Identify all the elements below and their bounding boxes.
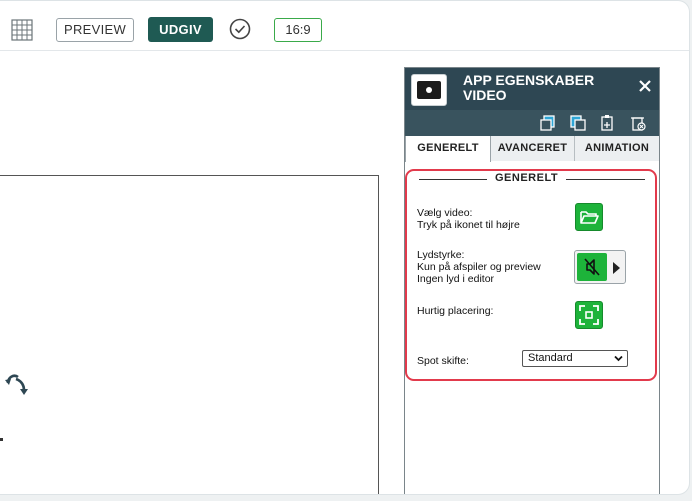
tab-generelt[interactable]: GENERELT [405, 136, 491, 162]
delete-icon[interactable] [629, 114, 647, 132]
canvas-handle[interactable] [0, 438, 3, 441]
paste-icon[interactable] [599, 114, 617, 132]
chevron-down-icon [614, 355, 623, 362]
volume-expand-icon[interactable] [613, 262, 620, 274]
canvas-stage[interactable] [0, 175, 379, 494]
video-icon [411, 74, 447, 106]
choose-video-label-line1: Vælg video: [417, 207, 473, 219]
aspect-ratio-button[interactable]: 16:9 [274, 18, 322, 42]
toolbar: PREVIEW UDGIV 16:9 [0, 1, 689, 51]
check-circle-icon[interactable] [229, 18, 251, 40]
rotate-icon[interactable] [2, 369, 32, 399]
panel-title-line2: VIDEO [463, 87, 507, 103]
spot-switch-label: Spot skifte: [417, 355, 469, 367]
volume-control[interactable] [574, 250, 626, 284]
choose-video-label: Vælg video: Tryk på ikonet til højre [417, 207, 520, 231]
choose-video-label-line2: Tryk på ikonet til højre [417, 219, 520, 231]
section-title: GENERELT [487, 172, 567, 184]
folder-open-button[interactable] [575, 203, 603, 231]
quick-placement-label: Hurtig placering: [417, 305, 494, 317]
panel-tabs: GENERELT AVANCERET ANIMATION [405, 136, 659, 162]
fullscreen-icon [579, 305, 599, 325]
editor-window: PREVIEW UDGIV 16:9 APP EGENSKABER VIDEO [0, 0, 690, 495]
copy-icon[interactable] [539, 114, 557, 132]
general-section: GENERELT Vælg video: Tryk på ikonet til … [405, 169, 657, 381]
panel-header: APP EGENSKABER VIDEO [405, 68, 659, 110]
close-icon[interactable] [637, 78, 653, 94]
volume-label-line2: Kun på afspiler og preview [417, 261, 541, 273]
panel-title-line1: APP EGENSKABER [463, 72, 595, 88]
publish-button[interactable]: UDGIV [148, 17, 213, 42]
volume-label-line3: Ingen lyd i editor [417, 273, 495, 285]
volume-label-line1: Lydstyrke: [417, 249, 465, 261]
spot-switch-select[interactable]: Standard [522, 350, 628, 367]
volume-label: Lydstyrke: Kun på afspiler og preview In… [417, 249, 541, 285]
duplicate-icon[interactable] [569, 114, 587, 132]
spot-switch-value: Standard [528, 352, 573, 364]
quick-placement-button[interactable] [575, 301, 603, 329]
speaker-muted-icon [584, 258, 600, 276]
folder-open-icon [580, 211, 599, 224]
preview-button[interactable]: PREVIEW [56, 18, 134, 42]
mute-button[interactable] [577, 253, 607, 281]
properties-panel: APP EGENSKABER VIDEO GENERELT AVANCERET … [404, 67, 660, 494]
tab-avanceret[interactable]: AVANCERET [491, 136, 575, 161]
panel-actions [405, 110, 659, 136]
grid-icon[interactable] [11, 19, 33, 41]
panel-title: APP EGENSKABER VIDEO [463, 73, 594, 103]
tab-animation[interactable]: ANIMATION [575, 136, 659, 161]
